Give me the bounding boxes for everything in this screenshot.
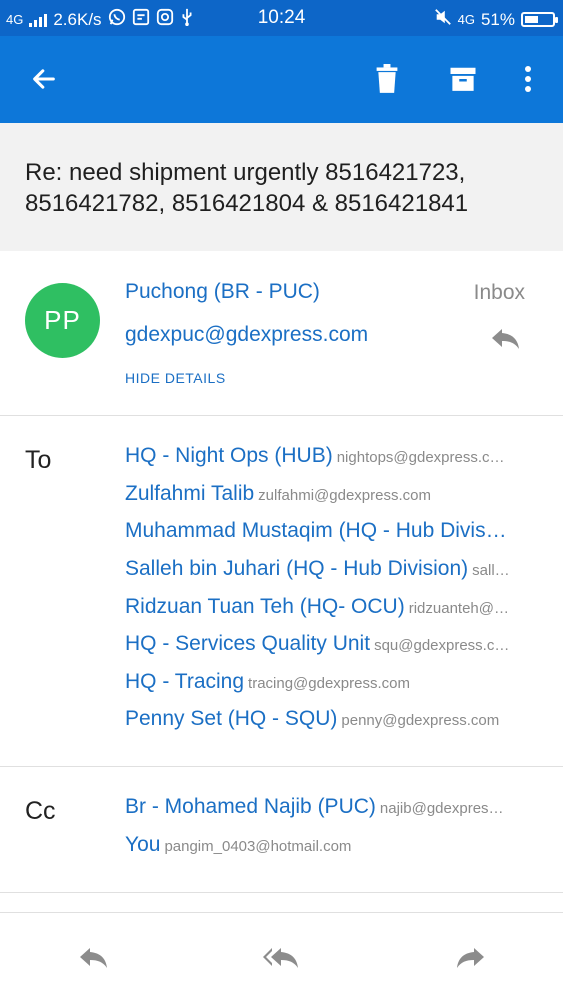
sender-name[interactable]: Puchong (BR - PUC) <box>125 280 320 304</box>
recipient-row[interactable]: Salleh bin Juhari (HQ - Hub Division) sal… <box>125 557 539 581</box>
folder-label: Inbox <box>473 281 525 304</box>
to-section: To HQ - Night Ops (HUB) nightops@gdexpres… <box>0 416 563 767</box>
network-type-right: 4G <box>457 12 475 27</box>
bottom-action-bar <box>0 913 563 1000</box>
archive-icon <box>450 67 476 91</box>
recipient-row[interactable]: Zulfahmi Talib zulfahmi@gdexpress.com <box>125 482 539 506</box>
email-subject: Re: need shipment urgently 8516421723, 8… <box>25 159 469 217</box>
sender-email[interactable]: gdexpuc@gdexpress.com <box>125 323 368 347</box>
app-bar <box>0 36 563 123</box>
hide-details-button[interactable]: HIDE DETAILS <box>125 370 226 386</box>
reply-all-icon <box>263 948 298 968</box>
battery-fill <box>525 16 538 23</box>
quick-reply-button[interactable] <box>490 327 522 356</box>
back-button[interactable] <box>21 56 67 102</box>
recipient-row[interactable]: HQ - Tracing tracing@gdexpress.com <box>125 670 539 694</box>
delete-button[interactable] <box>364 56 410 102</box>
cc-section: Cc Br - Mohamed Najib (PUC) najib@gdexpre… <box>0 767 563 893</box>
forward-button[interactable] <box>450 941 490 975</box>
battery-percent: 51% <box>480 9 515 29</box>
reply-all-button[interactable] <box>262 941 302 975</box>
status-bar: 4G 2.6K/s 10:24 4G 51% <box>0 0 563 36</box>
more-options-button[interactable] <box>505 56 551 102</box>
more-vertical-icon <box>525 66 531 92</box>
cc-label: Cc <box>25 797 56 825</box>
reply-icon <box>492 329 519 349</box>
subject-header: Re: need shipment urgently 8516421723, 8… <box>0 123 563 251</box>
recipient-row[interactable]: Ridzuan Tuan Teh (HQ- OCU) ridzuanteh@… <box>125 595 539 619</box>
status-bar-right: 4G 51% <box>434 8 558 31</box>
reply-icon <box>80 948 107 968</box>
recipient-row[interactable]: You pangim_0403@hotmail.com <box>125 833 539 857</box>
forward-icon <box>457 948 484 968</box>
recipient-row[interactable]: HQ - Services Quality Unit squ@gdexpress.… <box>125 632 539 656</box>
battery-icon <box>521 12 558 27</box>
arrow-left-icon <box>33 69 55 89</box>
reply-button[interactable] <box>74 941 114 975</box>
recipient-row[interactable]: Br - Mohamed Najib (PUC) najib@gdexpres… <box>125 795 539 819</box>
recipient-row[interactable]: HQ - Night Ops (HUB) nightops@gdexpress.c… <box>125 444 539 468</box>
recipient-row[interactable]: Muhammad Mustaqim (HQ - Hub Divis… <box>125 519 539 543</box>
archive-button[interactable] <box>440 56 486 102</box>
trash-icon <box>376 64 398 93</box>
sender-section: PP Puchong (BR - PUC) gdexpuc@gdexpress.… <box>0 251 563 416</box>
avatar[interactable]: PP <box>25 283 100 358</box>
to-label: To <box>25 446 52 474</box>
mute-icon <box>434 8 452 31</box>
recipient-row[interactable]: Penny Set (HQ - SQU) penny@gdexpress.com <box>125 707 539 731</box>
